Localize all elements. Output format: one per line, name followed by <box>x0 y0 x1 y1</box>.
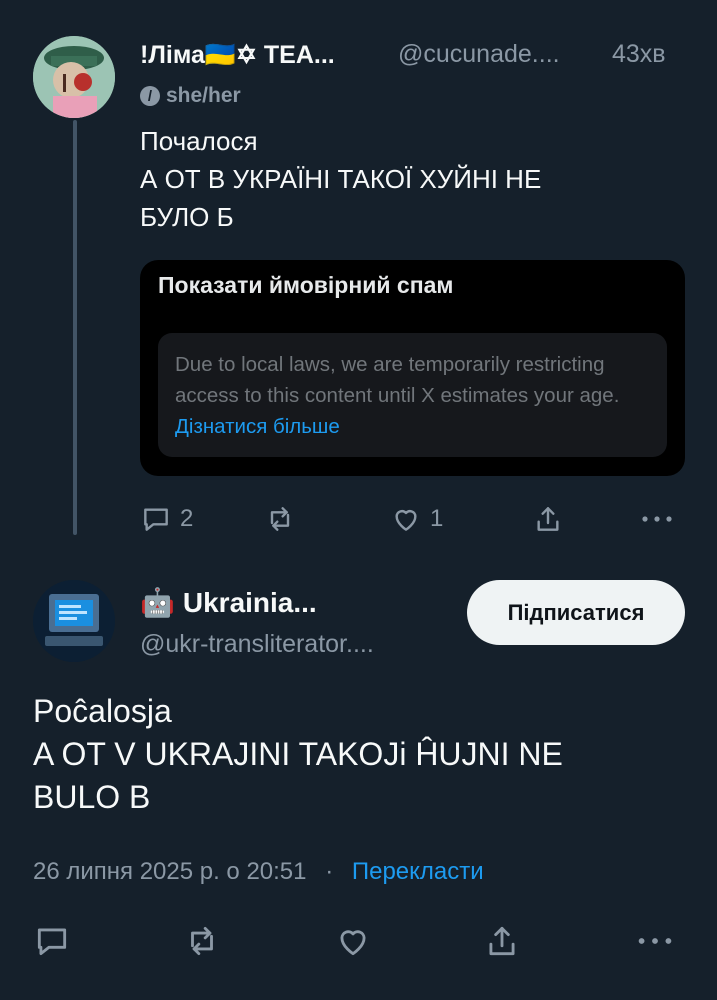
avatar[interactable] <box>33 580 115 662</box>
heart-icon <box>390 503 422 535</box>
pronouns: / she/her <box>140 84 241 108</box>
more-options-button[interactable] <box>636 922 674 960</box>
tweet-text-line: А ОТ В УКРАЇНІ ТАКОЇ ХУЙНІ НЕ <box>140 164 542 194</box>
follow-button[interactable]: Підписатися <box>467 580 685 645</box>
robot-icon: 🤖 <box>140 587 175 618</box>
tweet-text: Почалося А ОТ В УКРАЇНІ ТАКОЇ ХУЙНІ НЕ Б… <box>140 122 541 236</box>
like-button[interactable]: 1 <box>390 503 443 535</box>
reply-button[interactable] <box>33 922 71 960</box>
retweet-button[interactable] <box>264 503 296 535</box>
share-button[interactable] <box>483 922 521 960</box>
tweet-text-line: БУЛО Б <box>140 202 234 232</box>
user-handle[interactable]: @ukr-transliterator.... <box>140 630 374 659</box>
tweet-text-line: BULO B <box>33 779 151 815</box>
reply-button[interactable]: 2 <box>140 503 193 535</box>
age-notice-text: Due to local laws, we are temporarily re… <box>175 349 645 442</box>
retweet-icon <box>264 503 296 535</box>
share-icon <box>532 503 564 535</box>
show-spam-title[interactable]: Показати ймовірний спам <box>158 272 453 299</box>
age-notice-box: Due to local laws, we are temporarily re… <box>158 333 667 457</box>
slash-icon: / <box>140 86 160 106</box>
tweet-text-line: Poĉalosja <box>33 693 172 729</box>
display-name[interactable]: Ukrainia... <box>183 587 317 619</box>
avatar[interactable] <box>33 36 115 118</box>
more-options-button[interactable] <box>640 503 674 535</box>
share-button[interactable] <box>532 503 564 535</box>
reply-icon <box>33 922 71 960</box>
reply-icon <box>140 503 172 535</box>
timestamp[interactable]: 43хв <box>612 40 666 69</box>
learn-more-link[interactable]: Дізнатися більше <box>175 415 340 438</box>
share-icon <box>483 922 521 960</box>
heart-icon <box>334 922 372 960</box>
retweet-button[interactable] <box>183 922 221 960</box>
retweet-icon <box>183 922 221 960</box>
tweet-meta: 26 липня 2025 р. о 20:51 · Перекласти <box>33 858 484 886</box>
user-handle[interactable]: @cucunade.... <box>398 40 560 69</box>
tweet-date[interactable]: 26 липня 2025 р. о 20:51 <box>33 858 307 885</box>
pronouns-label: she/her <box>166 84 241 107</box>
age-notice-message: Due to local laws, we are temporarily re… <box>175 353 620 407</box>
more-icon <box>640 503 674 535</box>
separator: · <box>325 858 334 885</box>
display-name[interactable]: !Ліма🇺🇦✡ TEA... <box>140 40 335 70</box>
like-button[interactable] <box>334 922 372 960</box>
tweet-text-line: A OT V UKRAJINI TAKOJi ĤUJNI NE <box>33 736 563 772</box>
restricted-content-card[interactable]: Показати ймовірний спам Due to local law… <box>140 260 685 476</box>
thread-line <box>73 120 77 535</box>
more-icon <box>636 922 674 960</box>
tweet-text: Poĉalosja A OT V UKRAJINI TAKOJi ĤUJNI N… <box>33 690 563 819</box>
translate-link[interactable]: Перекласти <box>352 858 484 885</box>
like-count: 1 <box>430 505 444 532</box>
tweet-text-line: Почалося <box>140 126 258 156</box>
display-name-row[interactable]: 🤖 Ukrainia... <box>140 586 317 619</box>
reply-count: 2 <box>180 505 194 532</box>
